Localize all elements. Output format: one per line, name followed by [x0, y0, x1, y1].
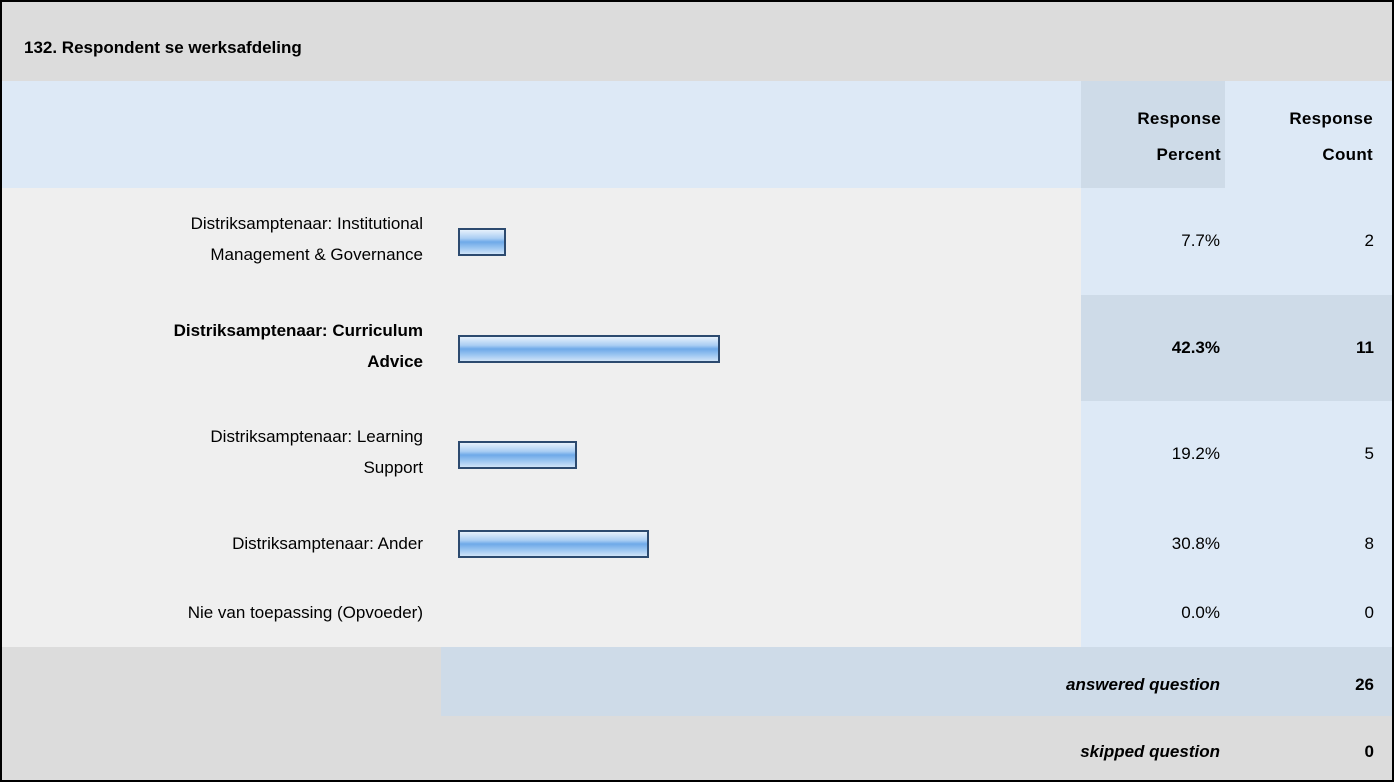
answer-label-line1: Nie van toepassing (Opvoeder): [187, 603, 423, 622]
response-count-cell: 11: [1225, 295, 1392, 401]
answer-label-line2: Support: [363, 458, 423, 477]
answer-label-line1: Distriksamptenaar: Institutional: [190, 214, 423, 233]
response-percent-cell: 0.0%: [1081, 583, 1225, 647]
response-percent-value: 30.8%: [1171, 534, 1220, 553]
answer-label-line2: Advice: [367, 352, 423, 371]
response-percent-header: Response Percent: [1085, 101, 1221, 173]
response-bar: [458, 228, 506, 256]
response-percent-cell: 7.7%: [1081, 188, 1225, 295]
response-count-value: 8: [1364, 534, 1374, 553]
response-percent-header-line2: Percent: [1156, 145, 1221, 164]
answer-label: Distriksamptenaar: Learning Support: [2, 421, 423, 483]
response-count-value: 11: [1356, 338, 1374, 357]
response-count-cell: 0: [1225, 583, 1392, 647]
response-percent-cell: 19.2%: [1081, 401, 1225, 508]
response-count-value: 2: [1364, 231, 1374, 250]
answered-question-label: answered question: [1066, 675, 1220, 694]
answer-row-highlighted: Distriksamptenaar: Curriculum Advice 42.…: [2, 295, 1392, 401]
answer-label: Distriksamptenaar: Ander: [2, 528, 423, 559]
response-count-header-line1: Response: [1289, 109, 1373, 128]
answer-label: Distriksamptenaar: Curriculum Advice: [2, 315, 423, 377]
answer-label-line1: Distriksamptenaar: Ander: [232, 534, 423, 553]
response-percent-header-line1: Response: [1137, 109, 1221, 128]
answer-label: Nie van toepassing (Opvoeder): [2, 597, 423, 628]
skipped-question-label: skipped question: [1080, 742, 1220, 761]
answer-label: Distriksamptenaar: Institutional Managem…: [2, 208, 423, 270]
answer-row: Distriksamptenaar: Learning Support 19.2…: [2, 401, 1392, 508]
response-percent-value: 0.0%: [1181, 603, 1220, 622]
response-count-value: 0: [1364, 603, 1374, 622]
answer-label-line1: Distriksamptenaar: Curriculum: [173, 321, 423, 340]
response-bar: [458, 441, 577, 469]
response-bar: [458, 335, 720, 363]
answer-label-line2: Management & Governance: [210, 245, 423, 264]
response-percent-value: 19.2%: [1171, 444, 1220, 463]
response-count-cell: 8: [1225, 508, 1392, 583]
response-percent-cell: 42.3%: [1081, 295, 1225, 401]
answered-question-value: 26: [1355, 675, 1374, 694]
survey-question-panel: 132. Respondent se werksafdeling Respons…: [0, 0, 1394, 782]
response-percent-value: 42.3%: [1171, 338, 1220, 357]
response-count-value: 5: [1364, 444, 1374, 463]
answer-row: Nie van toepassing (Opvoeder) 0.0% 0: [2, 583, 1392, 647]
answer-row: Distriksamptenaar: Institutional Managem…: [2, 188, 1392, 295]
response-count-header-line2: Count: [1322, 145, 1373, 164]
question-title: 132. Respondent se werksafdeling: [24, 38, 302, 57]
question-title-bar: 132. Respondent se werksafdeling: [2, 2, 1392, 81]
response-count-cell: 2: [1225, 188, 1392, 295]
answer-label-line1: Distriksamptenaar: Learning: [210, 427, 423, 446]
response-count-header: Response Count: [1228, 101, 1373, 173]
answer-row: Distriksamptenaar: Ander 30.8% 8: [2, 508, 1392, 583]
response-percent-cell: 30.8%: [1081, 508, 1225, 583]
skipped-question-value: 0: [1364, 742, 1374, 761]
response-percent-value: 7.7%: [1181, 231, 1220, 250]
answered-question-band: [441, 647, 1392, 716]
response-count-cell: 5: [1225, 401, 1392, 508]
response-bar: [458, 530, 649, 558]
